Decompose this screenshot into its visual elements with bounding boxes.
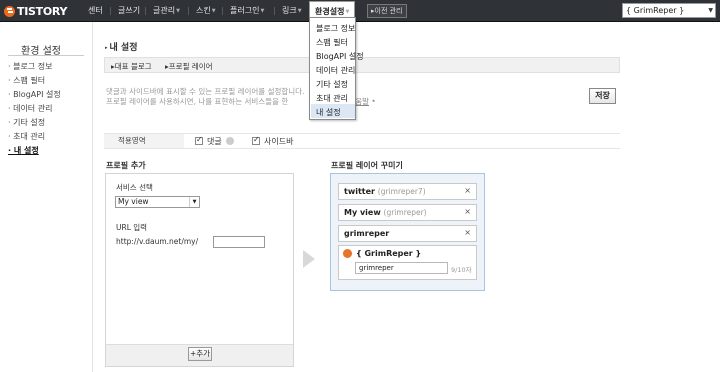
- arrow-right-icon: [303, 250, 315, 268]
- save-button[interactable]: 저장: [589, 88, 616, 104]
- menu-item-etc-settings[interactable]: 기타 설정: [316, 79, 348, 90]
- nav-settings-label: 환경설정: [315, 7, 345, 16]
- sidebar-item-spam-filter[interactable]: · 스팸 필터: [8, 75, 45, 86]
- chevron-down-icon: ▼: [211, 8, 216, 14]
- tistory-logo[interactable]: TISTORY: [4, 3, 67, 19]
- tab-main-blog[interactable]: ▸대표 블로그: [111, 61, 152, 72]
- page-title-text: 내 설정: [109, 43, 138, 53]
- chevron-down-icon: ▼: [189, 197, 199, 207]
- char-count: 9/10자: [451, 266, 472, 274]
- close-icon[interactable]: ×: [464, 207, 471, 216]
- profile-name: grimreper: [344, 229, 390, 238]
- url-input[interactable]: [213, 236, 265, 248]
- nav-link[interactable]: 링크▼: [282, 0, 302, 22]
- page-title: ▸ 내 설정: [105, 40, 138, 53]
- menu-item-blog-info[interactable]: 블로그 정보: [316, 23, 355, 34]
- close-icon[interactable]: ×: [464, 186, 471, 195]
- menu-item-spam-filter[interactable]: 스팸 필터: [316, 37, 348, 48]
- chevron-down-icon: ▼: [345, 9, 350, 15]
- sidebar-item-data-manage[interactable]: · 데이터 관리: [8, 103, 52, 114]
- sidebar-checkbox[interactable]: [252, 135, 260, 145]
- sidebar-item-blog-info[interactable]: · 블로그 정보: [8, 61, 52, 72]
- sidebar-item-blogapi[interactable]: · BlogAPI 설정: [8, 89, 61, 100]
- menu-item-my-settings[interactable]: 내 설정: [316, 107, 341, 118]
- nav-divider: [145, 7, 146, 15]
- logo-text: TISTORY: [17, 4, 68, 18]
- help-icon[interactable]: [226, 137, 234, 145]
- comment-checkbox-label: 댓글: [207, 137, 222, 146]
- tistory-logo-icon: [4, 5, 15, 17]
- profile-id: (grimreper): [383, 208, 427, 217]
- nav-skin[interactable]: 스킨▼: [196, 0, 216, 22]
- chevron-down-icon: ▼: [708, 7, 713, 14]
- service-select[interactable]: My view ▼: [115, 196, 200, 208]
- nav-divider: [188, 7, 189, 15]
- nav-post-manage[interactable]: 글관리▼: [153, 0, 180, 22]
- nav-divider: [274, 7, 275, 15]
- tab-profile-layer[interactable]: ▸프로필 레이어: [165, 61, 213, 72]
- nav-skin-label: 스킨: [196, 6, 211, 15]
- nav-write[interactable]: 글쓰기: [118, 0, 140, 22]
- blog-select[interactable]: { GrimReper } ▼: [622, 3, 716, 18]
- add-profile-button[interactable]: +추가: [188, 347, 212, 361]
- close-icon[interactable]: ×: [464, 228, 471, 237]
- blog-profile-title: { GrimReper }: [356, 249, 422, 258]
- profile-name: twitter: [344, 187, 375, 196]
- tistory-blog-icon: [343, 249, 352, 258]
- nav-divider: [222, 7, 223, 15]
- profile-item[interactable]: My view (grimreper) ×: [338, 204, 477, 221]
- service-select-label: 서비스 선택: [116, 183, 153, 192]
- sidebar-border: [92, 22, 93, 372]
- profile-item[interactable]: twitter (grimreper7) ×: [338, 183, 477, 200]
- profile-item[interactable]: grimreper ×: [338, 225, 477, 242]
- menu-item-blogapi[interactable]: BlogAPI 설정: [316, 51, 364, 62]
- nav-plugin[interactable]: 플러그인▼: [230, 0, 264, 22]
- nav-post-manage-label: 글관리: [153, 6, 176, 15]
- menu-item-invite-manage[interactable]: 초대 관리: [316, 93, 348, 104]
- blog-nickname-input[interactable]: grimreper: [355, 262, 448, 274]
- comment-checkbox[interactable]: [195, 135, 203, 145]
- settings-dropdown-menu: 블로그 정보 스팸 필터 BlogAPI 설정 데이터 관리 기타 설정 초대 …: [309, 17, 364, 120]
- nav-divider: [110, 7, 111, 15]
- nav-center[interactable]: 센터: [88, 0, 103, 22]
- service-select-value: My view: [118, 197, 149, 206]
- nav-plugin-label: 플러그인: [230, 6, 260, 15]
- top-navigation-bar: TISTORY 센터 글쓰기 글관리▼ 스킨▼ 플러그인▼ 링크▼ 환경설정▼ …: [0, 0, 720, 22]
- sidebar-checkbox-label: 사이드바: [264, 137, 294, 146]
- url-prefix: http://v.daum.net/my/: [116, 237, 199, 246]
- apply-area-row: 적용영역 댓글 사이드바: [104, 133, 620, 149]
- old-admin-button[interactable]: ▸이전 관리: [367, 4, 407, 18]
- sidebar-item-etc-settings[interactable]: · 기타 설정: [8, 117, 45, 128]
- description-text: 프로필 레이어를 사용하시면, 나를 표현하는 서비스들을 한: [106, 97, 289, 106]
- url-input-label: URL 입력: [116, 223, 148, 232]
- sidebar-item-my-settings[interactable]: · 내 설정: [8, 145, 39, 156]
- chevron-down-icon: ▼: [176, 8, 180, 14]
- menu-item-data-manage[interactable]: 데이터 관리: [316, 65, 355, 76]
- title-bullet-icon: ▸: [105, 45, 108, 51]
- nav-link-label: 링크: [282, 6, 297, 15]
- sidebar-item-invite-manage[interactable]: · 초대 관리: [8, 131, 45, 142]
- profile-id: (grimreper7): [377, 187, 426, 196]
- add-profile-title: 프로필 추가: [106, 161, 146, 170]
- apply-area-label: 적용영역: [104, 134, 184, 148]
- chevron-down-icon: ▼: [297, 8, 302, 14]
- profile-name: My view: [344, 208, 381, 217]
- decorate-layer-title: 프로필 레이어 꾸미기: [331, 161, 403, 170]
- sidebar-divider: [8, 55, 84, 56]
- blog-select-value: { GrimReper }: [626, 6, 685, 15]
- chevron-down-icon: ▼: [260, 8, 265, 14]
